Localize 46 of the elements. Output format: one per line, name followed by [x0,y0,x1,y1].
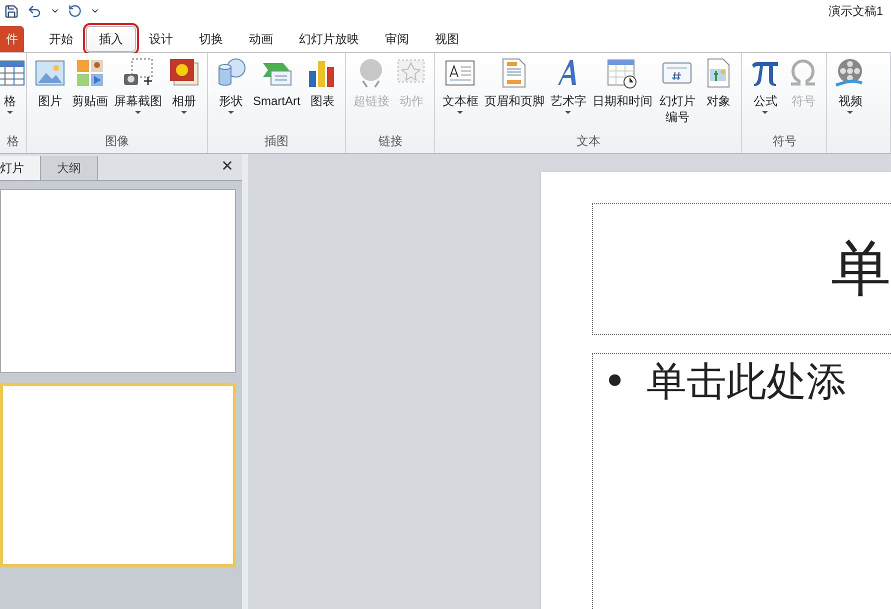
ribbon-button[interactable]: 形状 [212,57,250,132]
clipart-icon [74,57,106,89]
ribbon-tab[interactable]: 视图 [422,26,472,52]
ribbon-button[interactable]: 屏幕截图 [111,57,165,132]
bullet: • [603,362,627,402]
content-placeholder[interactable]: • 单击此处添 [592,353,891,609]
ribbon-button[interactable]: 对象 [699,57,738,132]
ribbon-tab[interactable]: 动画 [236,26,286,52]
group-label: 插图 [264,133,290,150]
ribbon-button[interactable]: 图表 [303,57,342,132]
ribbon-button[interactable]: 公式 [746,57,784,132]
panel-tab[interactable]: 灯片 [0,156,41,180]
ribbon-button[interactable]: 相册 [165,57,203,132]
ribbon-button[interactable]: 图片 [31,57,69,132]
ribbon-button[interactable]: 艺术字 [547,57,590,132]
ribbon-button[interactable]: 文本框 [439,57,482,132]
ribbon-button[interactable]: 视频 [831,57,870,134]
group-label: 格 [6,133,20,150]
ribbon-tab[interactable]: 审阅 [372,26,422,52]
panel-tab[interactable]: 大纲 [41,156,98,180]
ribbon-tab[interactable]: 开始 [36,26,86,52]
ribbon-button[interactable]: 日期和时间 [589,57,656,132]
redo-icon[interactable] [68,4,82,18]
ribbon-tab[interactable]: 设计 [136,26,186,52]
ribbon-button[interactable]: 格 [0,57,26,132]
slide-thumbnail[interactable] [0,189,236,373]
title-placeholder[interactable]: 单 [592,203,891,335]
group-label: 符号 [771,133,798,150]
ribbon-button[interactable]: 剪贴画 [69,57,111,132]
ribbon-tab[interactable]: 插入 [86,26,136,52]
body-text: 单击此处添 [646,362,847,402]
save-icon[interactable] [4,4,19,18]
window-title: 演示文稿1 [828,3,884,20]
undo-icon[interactable] [27,4,42,18]
group-label: 链接 [377,133,404,150]
group-label: 文本 [575,133,602,150]
file-tab[interactable]: 件 [0,26,24,52]
close-button[interactable]: ✕ [221,156,234,178]
group-label: 图像 [104,133,130,150]
ribbon-button[interactable]: SmartArt [250,57,304,132]
calendar-clock-icon [606,57,638,89]
ribbon-tab[interactable]: 切换 [186,26,236,52]
ribbon-button[interactable]: 幻灯片编号 [655,57,700,132]
ribbon-tab[interactable]: 幻灯片放映 [286,26,372,52]
ribbon-button[interactable]: 页眉和页脚 [481,57,548,132]
slide-thumbnail[interactable] [0,383,236,567]
